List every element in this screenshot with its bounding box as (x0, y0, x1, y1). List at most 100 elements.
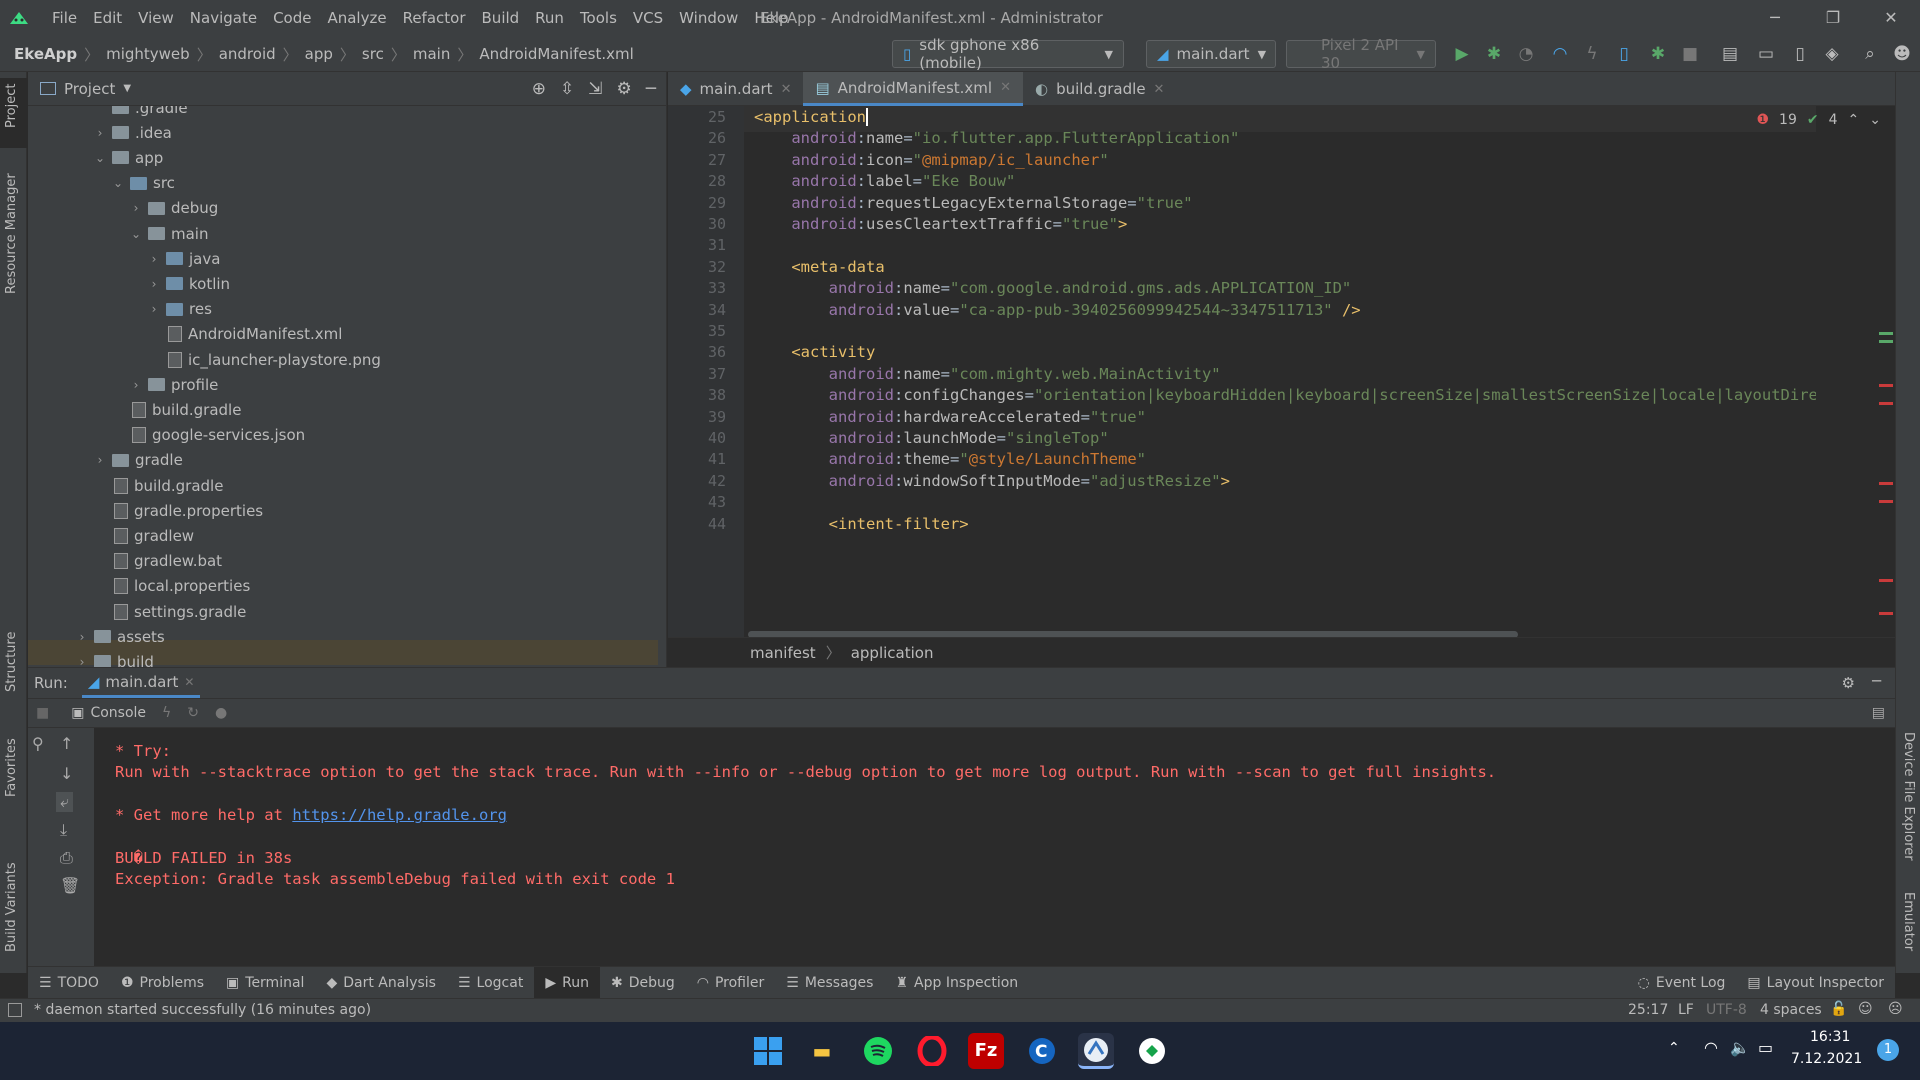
profile-icon[interactable]: ◠ (1550, 44, 1570, 64)
tab-main-dart[interactable]: ◆ main.dart ✕ (668, 72, 803, 106)
tree-item[interactable]: .gradle (92, 106, 188, 120)
breadcrumb-item[interactable]: EkeApp (14, 45, 77, 63)
opera-icon[interactable] (914, 1033, 950, 1069)
close-icon[interactable]: ✕ (1862, 0, 1920, 36)
tool-layout-inspector[interactable]: ▤ Layout Inspector (1736, 967, 1895, 999)
close-tab-icon[interactable]: ✕ (1154, 82, 1165, 97)
chevron-down-icon[interactable]: ⌄ (92, 151, 108, 165)
tool-profiler[interactable]: ◠ Profiler (686, 967, 776, 999)
close-tab-icon[interactable]: ✕ (1000, 80, 1011, 95)
tool-window-favorites[interactable]: Favorites (4, 738, 19, 797)
attach-debugger-icon[interactable]: ✱ (1648, 44, 1668, 64)
tool-problems[interactable]: ❶ Problems (110, 967, 215, 999)
tree-item[interactable]: gradlew.bat (92, 549, 222, 574)
devtools-icon[interactable]: ● (215, 705, 227, 721)
expand-all-icon[interactable]: ⇳ (560, 79, 574, 99)
debug-icon[interactable]: ✱ (1484, 44, 1504, 64)
menu-window[interactable]: Window (671, 9, 746, 27)
stop-icon[interactable]: ■ (1680, 44, 1700, 64)
trash-icon[interactable]: 🗑 (60, 876, 80, 895)
breadcrumb-item[interactable]: app (305, 45, 333, 63)
hot-restart-icon[interactable]: ↻ (187, 705, 199, 721)
tree-item[interactable]: › debug (128, 196, 219, 221)
up-arrow-icon[interactable]: ↑ (60, 734, 73, 753)
apply-changes-icon[interactable]: ▯ (1614, 44, 1634, 64)
caret-position[interactable]: 25:17 (1628, 1002, 1668, 1018)
indent-setting[interactable]: 4 spaces (1760, 1002, 1822, 1018)
tool-logcat[interactable]: ☰ Logcat (447, 967, 534, 999)
menu-code[interactable]: Code (265, 9, 319, 27)
hide-icon[interactable]: ─ (646, 79, 656, 99)
tab-android-manifest[interactable]: ▤ AndroidManifest.xml ✕ (803, 72, 1023, 106)
chevron-right-icon[interactable]: › (92, 453, 108, 467)
code-view[interactable]: <application android:name="io.flutter.ap… (744, 106, 1816, 637)
run-icon[interactable]: ▶ (1452, 44, 1472, 64)
tree-item[interactable]: build.gradle (92, 473, 223, 498)
line-separator[interactable]: LF (1678, 1002, 1694, 1018)
menu-run[interactable]: Run (527, 9, 572, 27)
breadcrumb-item[interactable]: mightyweb (106, 45, 190, 63)
avd-manager-icon[interactable]: ▯ (1790, 44, 1810, 64)
tree-item[interactable]: ⌄ src (110, 171, 175, 196)
tool-window-structure[interactable]: Structure (4, 632, 19, 692)
tree-item[interactable]: google-services.json (110, 423, 305, 448)
device-selector[interactable]: ▯ sdk gphone x86 (mobile) ▼ (892, 36, 1124, 72)
tree-item[interactable]: gradlew (92, 523, 194, 548)
hide-icon[interactable]: ─ (1872, 672, 1881, 690)
crumb-application[interactable]: application (851, 644, 934, 662)
menu-edit[interactable]: Edit (85, 9, 130, 27)
chevron-down-icon[interactable]: ⌄ (1869, 112, 1881, 128)
chevron-up-icon[interactable]: ⌃ (1848, 112, 1860, 128)
menu-file[interactable]: File (44, 9, 85, 27)
sync-icon[interactable]: ◈ (1822, 44, 1842, 64)
close-tab-icon[interactable]: ✕ (781, 82, 792, 97)
inspection-widget[interactable]: ❶ 19 ✔ 4 ⌃ ⌄ (1756, 112, 1881, 128)
chevron-down-icon[interactable]: ▼ (123, 83, 131, 94)
project-view-selector[interactable]: Project (64, 80, 115, 98)
layout-icon[interactable]: ▤ (1872, 705, 1885, 721)
tree-item[interactable]: local.properties (92, 574, 250, 599)
tool-dart-analysis[interactable]: ◆ Dart Analysis (315, 967, 447, 999)
tool-window-build-variants[interactable]: Build Variants (4, 862, 19, 952)
chevron-up-icon[interactable]: ⌃ (1668, 1040, 1680, 1056)
tree-item[interactable]: › java (146, 246, 221, 271)
app-icon[interactable] (1134, 1033, 1170, 1069)
chevron-right-icon[interactable]: › (146, 302, 162, 316)
tree-item[interactable]: ⌄ main (128, 221, 209, 246)
chevron-right-icon[interactable]: › (128, 201, 144, 215)
minimize-icon[interactable]: ─ (1746, 0, 1804, 36)
battery-icon[interactable]: ▭ (1758, 1038, 1773, 1057)
lock-icon[interactable]: 🔓 (1830, 1001, 1847, 1017)
breadcrumb-item[interactable]: src (362, 45, 384, 63)
wifi-icon[interactable]: ◠ (1704, 1038, 1718, 1057)
avd-selector[interactable]: Pixel 2 API 30 ▼ (1286, 36, 1436, 72)
stop-icon[interactable]: ■ (36, 705, 49, 721)
coverage-icon[interactable]: ◔ (1516, 44, 1536, 64)
tool-window-resource-manager[interactable]: Resource Manager (4, 173, 19, 294)
menu-analyze[interactable]: Analyze (319, 9, 394, 27)
tab-build-gradle[interactable]: ◐ build.gradle ✕ (1023, 72, 1176, 106)
tree-item[interactable]: AndroidManifest.xml (146, 322, 342, 347)
chevron-right-icon[interactable]: › (74, 655, 90, 667)
chevron-right-icon[interactable]: › (92, 126, 108, 140)
tree-item[interactable]: › .idea (92, 120, 172, 145)
close-tab-icon[interactable]: ✕ (184, 675, 194, 689)
notification-badge[interactable]: 1 (1877, 1039, 1899, 1061)
hot-reload-icon[interactable]: ϟ (1582, 44, 1602, 64)
pin-icon[interactable]: ⚲ (32, 734, 44, 753)
menu-navigate[interactable]: Navigate (182, 9, 265, 27)
tree-item[interactable]: › res (146, 297, 212, 322)
tool-window-device-file-explorer[interactable]: Device File Explorer (1901, 732, 1916, 861)
tool-event-log[interactable]: ◌ Event Log (1627, 967, 1737, 999)
console-output[interactable]: * Try: Run with --stacktrace option to ge… (94, 728, 1895, 967)
chevron-right-icon[interactable]: › (146, 277, 162, 291)
run-config-tab[interactable]: ◢ main.dart ✕ (81, 668, 201, 698)
collapse-all-icon[interactable]: ⇲ (588, 79, 602, 99)
scroll-to-end-icon[interactable]: ⤓ (60, 820, 67, 840)
chevron-down-icon[interactable]: ⌄ (110, 176, 126, 190)
tree-item[interactable]: ⌄ app (92, 145, 163, 170)
down-arrow-icon[interactable]: ↓ (60, 764, 73, 783)
breadcrumb-item[interactable]: android (219, 45, 276, 63)
run-config-selector[interactable]: ◢ main.dart ▼ (1146, 40, 1276, 68)
filezilla-icon[interactable]: Fz (968, 1033, 1004, 1069)
